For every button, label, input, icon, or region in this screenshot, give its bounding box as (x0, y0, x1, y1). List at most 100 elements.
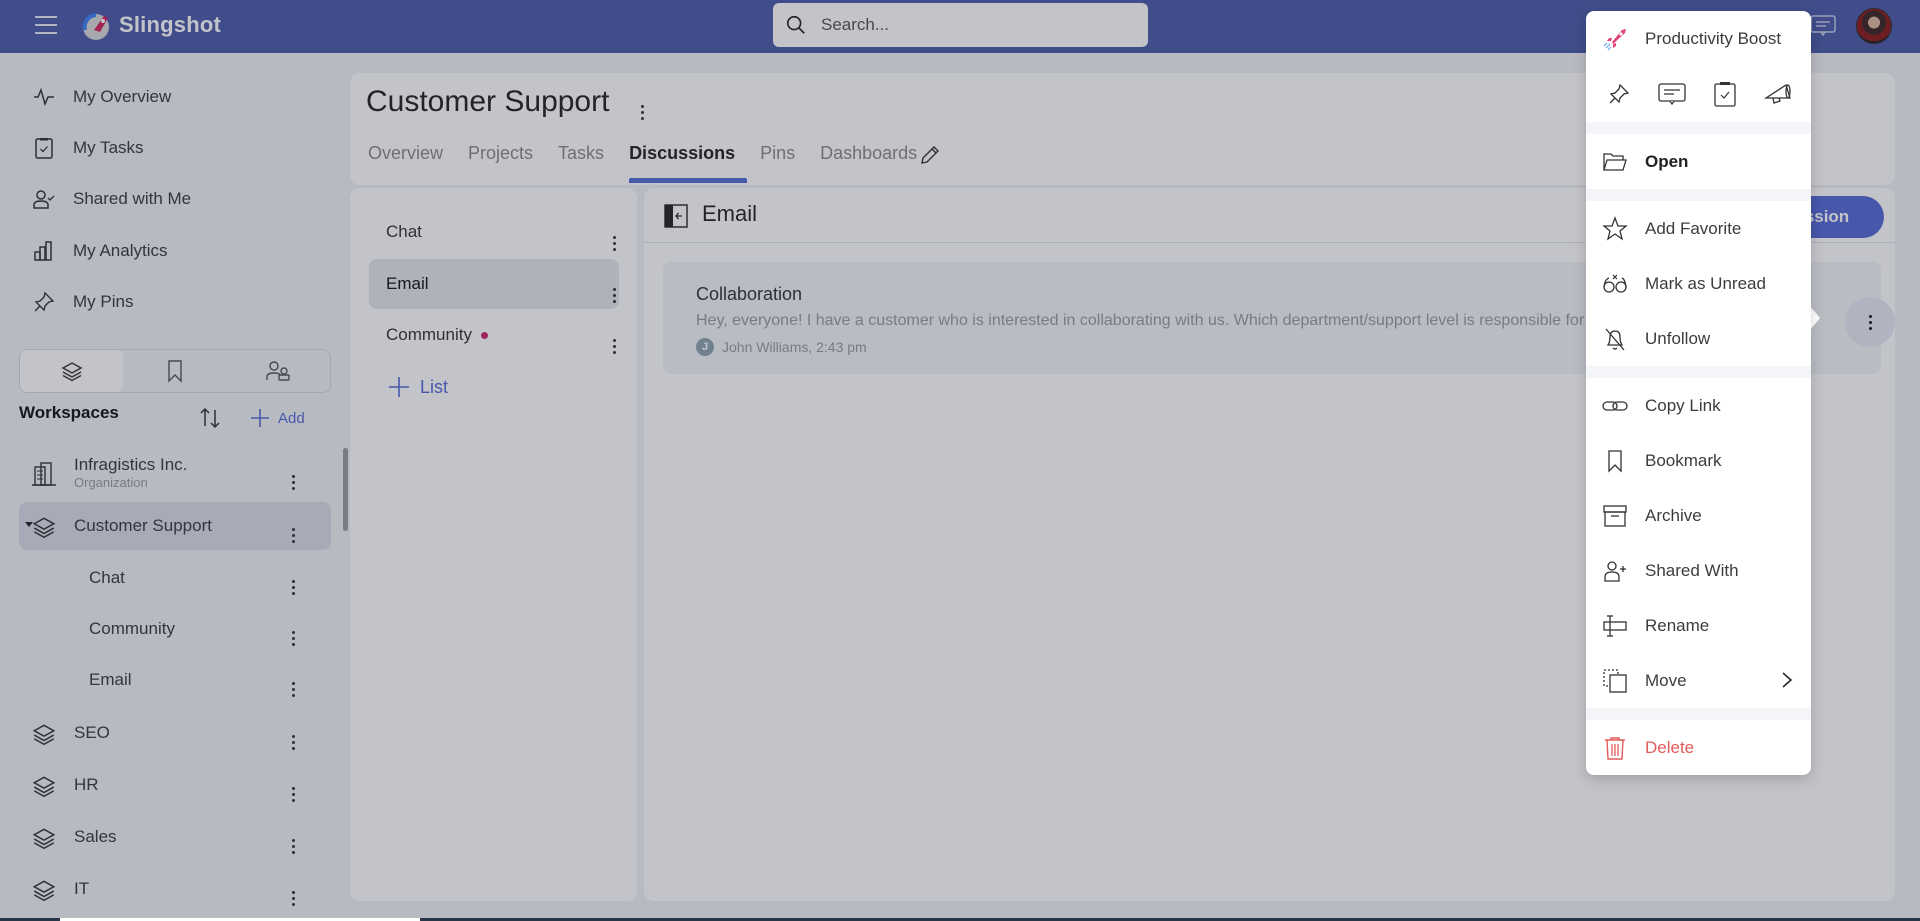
more-options-icon[interactable] (291, 775, 295, 802)
workspace-infragistics[interactable]: Infragistics Inc. Organization (19, 449, 331, 497)
bookmark-icon (1608, 449, 1622, 473)
tab-tasks[interactable]: Tasks (558, 143, 616, 183)
sidebar: My Overview My Tasks Shared with Me My A… (0, 53, 350, 921)
list-label: Community (386, 325, 472, 344)
menu-rename[interactable]: Rename (1586, 598, 1811, 653)
menu-label: Bookmark (1645, 450, 1722, 470)
search-input[interactable] (821, 15, 1121, 35)
menu-archive[interactable]: Archive (1586, 488, 1811, 543)
bell-off-icon (1605, 328, 1625, 350)
messages-icon[interactable] (1810, 14, 1836, 38)
bookmark-icon (168, 360, 182, 383)
child-label: Email (89, 670, 132, 689)
more-options-icon[interactable] (291, 619, 295, 646)
workspace-customer-support[interactable]: Customer Support (19, 502, 331, 550)
more-options-icon[interactable] (291, 516, 295, 543)
tab-projects[interactable]: Projects (468, 143, 545, 183)
search-icon (786, 15, 805, 34)
more-options-icon[interactable] (291, 723, 295, 750)
more-options-icon[interactable] (291, 670, 295, 697)
hamburger-menu-button[interactable] (35, 16, 57, 34)
tab-pins[interactable]: Pins (760, 143, 807, 183)
list-label: Chat (386, 222, 422, 241)
menu-copy-link[interactable]: Copy Link (1586, 378, 1811, 433)
nav-my-tasks[interactable]: My Tasks (32, 128, 144, 168)
add-workspace-button[interactable]: Add (250, 408, 305, 428)
menu-productivity-boost[interactable]: Productivity Boost (1586, 11, 1811, 66)
child-label: Community (89, 619, 175, 638)
workspace-label: Infragistics Inc. (74, 455, 188, 474)
workspace-label: IT (74, 879, 90, 898)
more-options-icon[interactable] (291, 463, 295, 490)
workspace-child-community[interactable]: Community (19, 605, 331, 653)
menu-label: Delete (1645, 737, 1695, 757)
workspace-sales[interactable]: Sales (19, 813, 331, 861)
segment-bookmarks[interactable] (123, 350, 226, 392)
workspace-child-chat[interactable]: Chat (19, 554, 331, 602)
list-item-email[interactable]: Email (369, 259, 619, 309)
workspace-label: HR (74, 775, 99, 794)
tab-dashboards[interactable]: Dashboards (820, 143, 929, 183)
pin-icon (1609, 83, 1629, 104)
more-options-icon[interactable] (612, 327, 616, 354)
workspaces-title: Workspaces (19, 403, 119, 422)
quick-announcement-button[interactable] (1758, 74, 1798, 114)
add-list-button[interactable]: List (388, 376, 448, 398)
quick-discussion-button[interactable] (1652, 74, 1692, 114)
menu-label: Shared With (1645, 560, 1739, 580)
menu-shared-with[interactable]: Shared With (1586, 543, 1811, 598)
brand-name: Slingshot (119, 12, 222, 37)
tab-discussions[interactable]: Discussions (629, 143, 748, 183)
discussion-more-button[interactable] (1845, 297, 1895, 347)
more-options-icon[interactable] (291, 568, 295, 595)
workspace-child-email[interactable]: Email (19, 656, 331, 704)
collapse-panel-icon[interactable] (664, 204, 688, 228)
tab-overview[interactable]: Overview (368, 143, 455, 183)
segment-workspaces[interactable] (20, 350, 124, 392)
workspace-it[interactable]: IT (19, 865, 331, 913)
workspace-more-icon[interactable] (640, 95, 644, 120)
search-box[interactable] (773, 3, 1148, 47)
menu-unfollow[interactable]: Unfollow (1586, 311, 1811, 366)
move-icon (1603, 668, 1627, 693)
menu-open[interactable]: Open (1586, 134, 1811, 189)
glasses-icon (1603, 274, 1627, 293)
plus-icon (251, 409, 269, 427)
list-item-community[interactable]: Community (369, 310, 619, 360)
sort-icon[interactable] (198, 406, 222, 430)
menu-move[interactable]: Move (1586, 653, 1811, 708)
quick-pin-button[interactable] (1599, 74, 1639, 114)
more-options-icon[interactable] (291, 827, 295, 854)
workspace-hr[interactable]: HR (19, 761, 331, 809)
list-item-chat[interactable]: Chat (369, 207, 619, 257)
nav-my-analytics[interactable]: My Analytics (32, 231, 167, 271)
menu-delete[interactable]: Delete (1586, 720, 1811, 775)
discussion-meta: J John Williams, 2:43 pm (696, 338, 867, 356)
pin-icon (34, 291, 55, 312)
nav-shared-with-me[interactable]: Shared with Me (32, 179, 191, 219)
menu-label: Unfollow (1645, 328, 1711, 348)
slingshot-logo-icon (82, 13, 109, 40)
sidebar-scrollbar[interactable] (343, 448, 348, 531)
layers-icon (32, 776, 56, 798)
menu-add-favorite[interactable]: Add Favorite (1586, 201, 1811, 256)
building-icon (32, 462, 56, 486)
nav-my-overview[interactable]: My Overview (32, 77, 171, 117)
more-options-icon[interactable] (612, 224, 616, 251)
nav-my-pins[interactable]: My Pins (32, 282, 133, 322)
user-avatar[interactable] (1856, 8, 1892, 44)
quick-task-button[interactable] (1705, 74, 1745, 114)
chevron-right-icon (1782, 672, 1793, 688)
workspace-seo[interactable]: SEO (19, 709, 331, 757)
edit-tabs-pencil-icon[interactable] (918, 143, 942, 167)
menu-mark-as-unread[interactable]: Mark as Unread (1586, 256, 1811, 311)
more-options-icon[interactable] (612, 276, 616, 303)
more-options-icon[interactable] (291, 879, 295, 906)
discussion-icon (1658, 83, 1686, 106)
menu-bookmark[interactable]: Bookmark (1586, 433, 1811, 488)
segment-people[interactable] (227, 350, 330, 392)
list-label: Email (386, 274, 429, 293)
menu-label: Archive (1645, 505, 1702, 525)
workspace-label: Sales (74, 827, 117, 846)
menu-pointer (1810, 306, 1820, 330)
